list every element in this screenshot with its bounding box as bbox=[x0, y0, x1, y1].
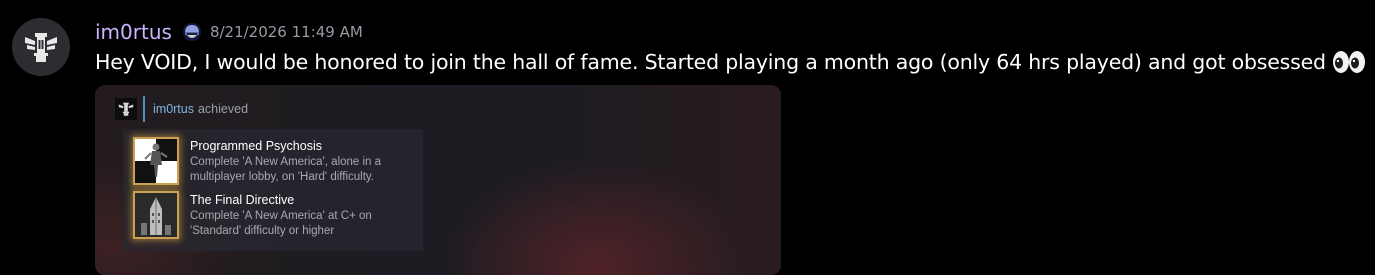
achievement-header: im0rtus achieved bbox=[115, 95, 248, 123]
achievement-username: im0rtus bbox=[153, 102, 194, 116]
message-content: Hey VOID, I would be honored to join the… bbox=[95, 50, 1366, 74]
description-line: 'Standard' difficulty or higher bbox=[190, 225, 335, 237]
eyes-emoji[interactable] bbox=[1332, 50, 1366, 74]
achievement-description: Complete 'A New America' at C+ on 'Stand… bbox=[190, 209, 372, 239]
username[interactable]: im0rtus bbox=[95, 20, 172, 44]
achievement-title: The Final Directive bbox=[190, 193, 295, 207]
avatar[interactable] bbox=[12, 18, 70, 76]
achievement-item: Programmed Psychosis Complete 'A New Ame… bbox=[133, 137, 423, 187]
description-line: Complete 'A New America', alone in a bbox=[190, 156, 382, 168]
image-attachment[interactable]: im0rtus achieved Programmed Psychosis Co… bbox=[95, 85, 781, 275]
tower-icon bbox=[133, 191, 179, 239]
message-header: im0rtus 8/21/2026 11:49 AM bbox=[95, 18, 363, 46]
chat-message: im0rtus 8/21/2026 11:49 AM Hey VOID, I w… bbox=[0, 0, 1375, 275]
psychosis-figure-icon bbox=[133, 137, 179, 185]
mini-avatar bbox=[115, 98, 137, 120]
timestamp: 8/21/2026 11:49 AM bbox=[209, 23, 363, 41]
helmet-icon[interactable] bbox=[182, 22, 202, 42]
description-line: multiplayer lobby, on 'Hard' difficulty. bbox=[190, 171, 374, 183]
achievement-title: Programmed Psychosis bbox=[190, 139, 322, 153]
clan-emblem-icon bbox=[25, 33, 57, 62]
achievement-description: Complete 'A New America', alone in a mul… bbox=[190, 155, 381, 185]
clan-emblem-icon bbox=[118, 102, 134, 116]
achievement-list: Programmed Psychosis Complete 'A New Ame… bbox=[123, 129, 423, 251]
achievement-item: The Final Directive Complete 'A New Amer… bbox=[133, 191, 423, 241]
header-divider bbox=[143, 96, 145, 122]
description-line: Complete 'A New America' at C+ on bbox=[190, 210, 372, 222]
achievement-verb: achieved bbox=[197, 102, 249, 116]
message-text: Hey VOID, I would be honored to join the… bbox=[95, 50, 1326, 74]
